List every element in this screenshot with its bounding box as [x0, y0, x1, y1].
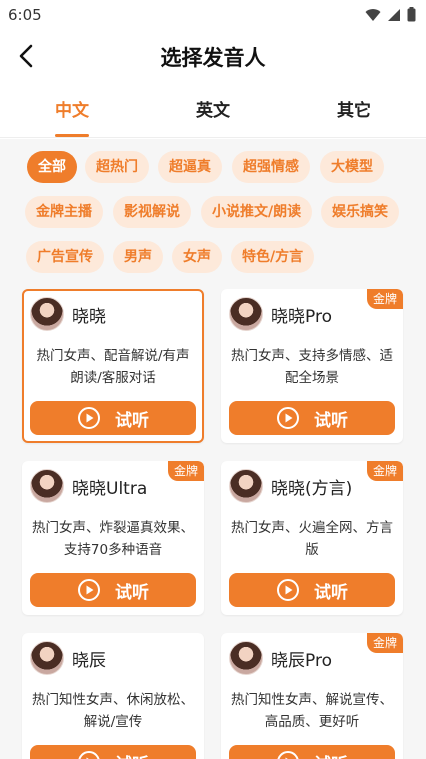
gold-badge: 金牌 [366, 461, 403, 481]
voice-description: 热门女声、支持多情感、适配全场景 [231, 348, 393, 386]
listen-button[interactable]: 试听 [229, 573, 395, 607]
voice-card[interactable]: 金牌 晓晓Ultra 热门女声、炸裂逼真效果、支持70多种语音 试听 [22, 461, 204, 615]
voice-name: 晓晓(方言) [271, 479, 353, 499]
play-icon [277, 407, 299, 429]
filter-chip-novel[interactable]: 小说推文/朗读 [201, 196, 313, 228]
voice-description: 热门知性女声、解说宣传、高品质、更好听 [231, 692, 393, 730]
play-icon [78, 407, 100, 429]
filter-chip-gold-anchor[interactable]: 金牌主播 [25, 196, 103, 228]
play-icon [78, 751, 100, 759]
listen-button[interactable]: 试听 [30, 745, 196, 759]
filter-chip-all[interactable]: 全部 [27, 151, 77, 183]
gold-badge: 金牌 [366, 633, 403, 653]
voice-name: 晓辰 [72, 651, 106, 671]
avatar [30, 297, 64, 331]
signal-icon [388, 8, 400, 21]
listen-button[interactable]: 试听 [30, 573, 196, 607]
filter-chip-advertising[interactable]: 广告宣传 [26, 241, 104, 273]
listen-label: 试听 [115, 582, 149, 603]
active-tab-indicator [55, 134, 89, 137]
filter-chip-entertainment[interactable]: 娱乐搞笑 [321, 196, 399, 228]
avatar [229, 641, 263, 675]
gold-badge: 金牌 [366, 289, 403, 309]
filter-chip-realistic[interactable]: 超逼真 [158, 151, 222, 183]
listen-button[interactable]: 试听 [229, 401, 395, 435]
listen-button[interactable]: 试听 [229, 745, 395, 759]
play-icon [78, 579, 100, 601]
listen-label: 试听 [314, 582, 348, 603]
avatar [30, 469, 64, 503]
voice-card[interactable]: 金牌 晓辰Pro 热门知性女声、解说宣传、高品质、更好听 试听 [221, 633, 403, 759]
listen-label: 试听 [314, 410, 348, 431]
nav-bar: 选择发音人 [0, 30, 426, 82]
listen-button[interactable]: 试听 [30, 401, 196, 435]
tab-chinese[interactable]: 中文 [32, 96, 112, 121]
status-icons [365, 7, 416, 22]
gold-badge: 金牌 [167, 461, 204, 481]
voice-description: 热门知性女声、休闲放松、解说/宣传 [32, 692, 194, 730]
tab-other[interactable]: 其它 [314, 96, 394, 121]
language-tabs: 中文 英文 其它 [0, 82, 426, 138]
voice-description: 热门女声、火遍全网、方言版 [231, 520, 393, 558]
play-icon [277, 751, 299, 759]
filter-chip-male[interactable]: 男声 [113, 241, 163, 273]
voice-card[interactable]: 晓辰 热门知性女声、休闲放松、解说/宣传 试听 [22, 633, 204, 759]
avatar [229, 297, 263, 331]
voice-name: 晓晓Ultra [72, 479, 148, 499]
listen-label: 试听 [314, 750, 348, 759]
voice-card[interactable]: 金牌 晓晓Pro 热门女声、支持多情感、适配全场景 试听 [221, 289, 403, 443]
play-icon [277, 579, 299, 601]
status-time: 6:05 [8, 6, 42, 24]
filter-chip-emotion[interactable]: 超强情感 [232, 151, 310, 183]
voice-card[interactable]: 晓晓 热门女声、配音解说/有声朗读/客服对话 试听 [22, 289, 204, 443]
content-area: 全部 超热门 超逼真 超强情感 大模型 金牌主播 影视解说 小说推文/朗读 娱乐… [0, 139, 426, 759]
listen-label: 试听 [115, 750, 149, 759]
voice-description: 热门女声、配音解说/有声朗读/客服对话 [36, 348, 190, 386]
avatar [30, 641, 64, 675]
voice-description: 热门女声、炸裂逼真效果、支持70多种语音 [32, 520, 194, 558]
filter-chip-dialect[interactable]: 特色/方言 [231, 241, 315, 273]
voice-name: 晓晓 [72, 307, 106, 327]
listen-label: 试听 [115, 410, 149, 431]
tab-english[interactable]: 英文 [173, 96, 253, 121]
voice-card[interactable]: 金牌 晓晓(方言) 热门女声、火遍全网、方言版 试听 [221, 461, 403, 615]
filter-chip-large-model[interactable]: 大模型 [320, 151, 384, 183]
voice-name: 晓辰Pro [271, 651, 332, 671]
filter-chip-film-commentary[interactable]: 影视解说 [113, 196, 191, 228]
status-bar: 6:05 [0, 0, 426, 30]
voice-name: 晓晓Pro [271, 307, 332, 327]
filter-chip-hot[interactable]: 超热门 [85, 151, 149, 183]
filter-chip-female[interactable]: 女声 [172, 241, 222, 273]
battery-icon [407, 7, 416, 22]
page-title: 选择发音人 [160, 46, 266, 70]
avatar [229, 469, 263, 503]
wifi-icon [365, 8, 381, 21]
